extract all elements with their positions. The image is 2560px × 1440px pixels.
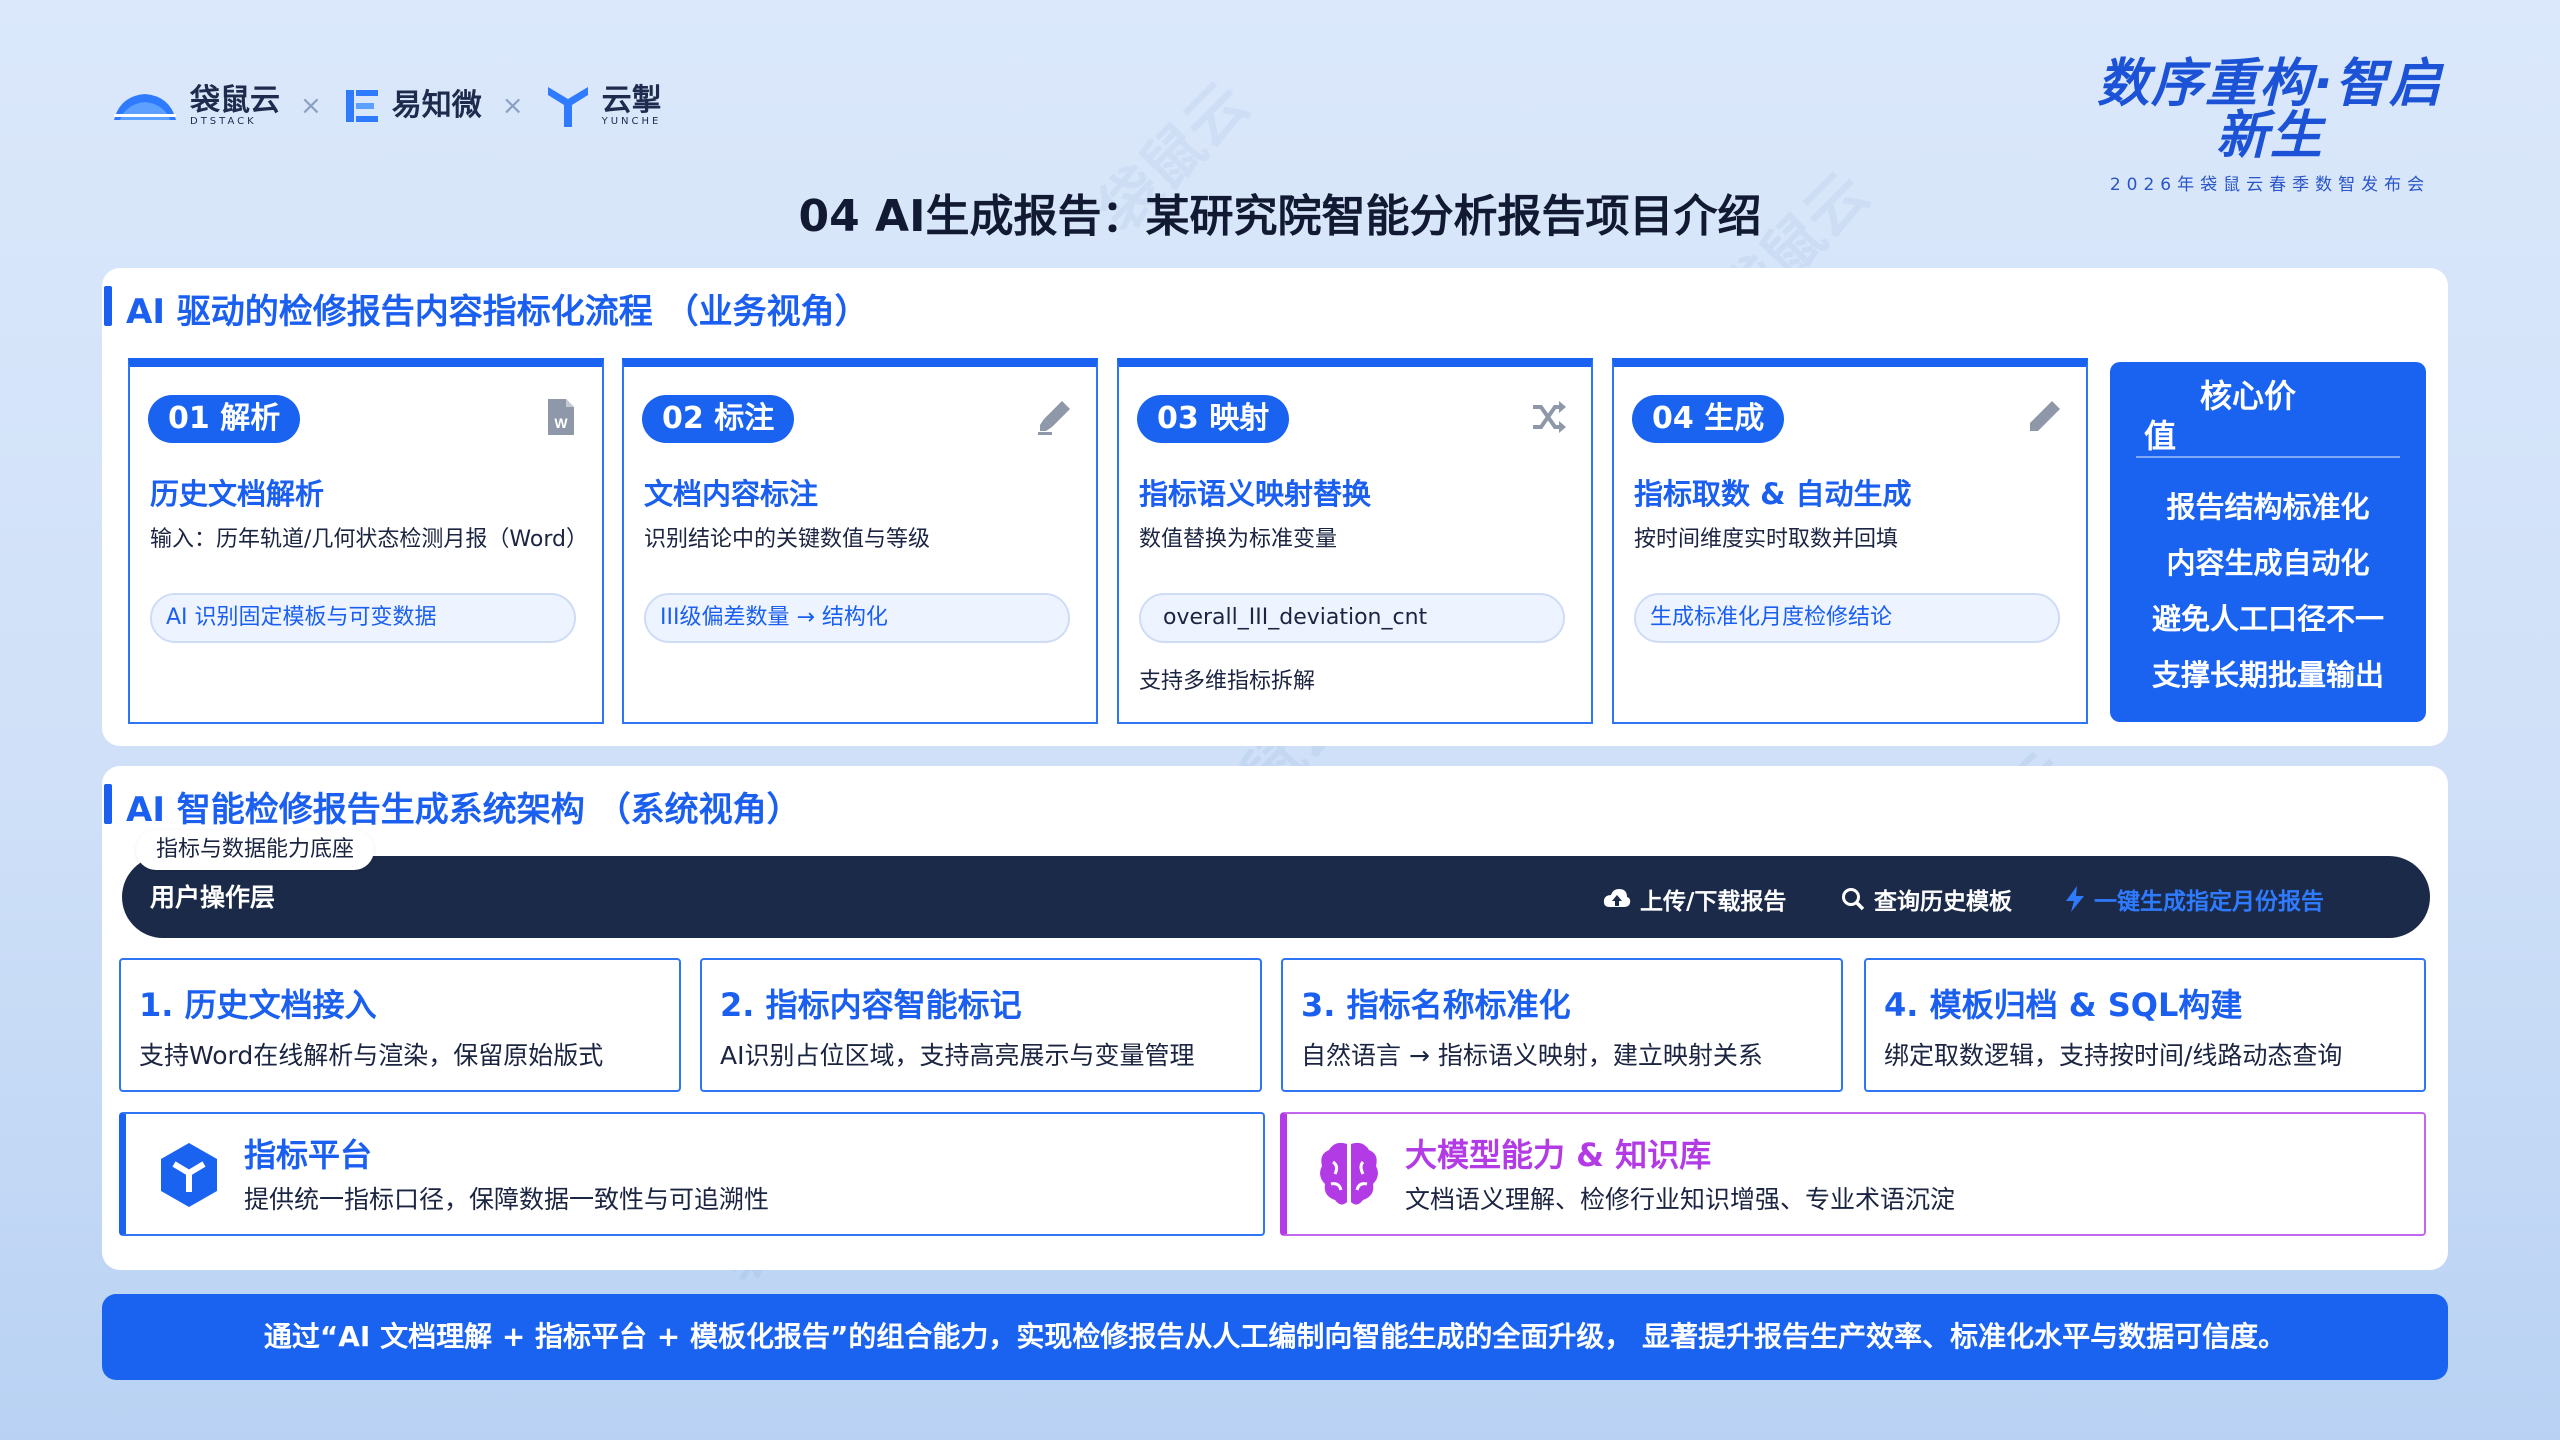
yizhiwei-logo-icon: [345, 90, 378, 122]
step-desc: 识别结论中的关键数值与等级: [644, 527, 931, 552]
module-card-template-sql: 4. 模板归档 & SQL构建 绑定取数逻辑，支持按时间/线路动态查询: [1864, 958, 2426, 1092]
event-brand-title: 数序重构·智启新生: [2097, 54, 2443, 166]
generate-report-label: 一键生成指定月份报告: [2094, 889, 2324, 915]
core-value-item: 避免人工口径不一: [2151, 602, 2384, 636]
user-operation-bar: 用户操作层 上传/下载报告 查询历史模板 一键生成指定月份报告: [122, 856, 2430, 938]
module-desc: AI识别占位区域，支持高亮展示与变量管理: [720, 1041, 1195, 1070]
step-chip: III级偏差数量 → 结构化: [644, 593, 1070, 643]
step-title: 指标取数 & 自动生成: [1634, 477, 1912, 511]
step-title: 指标语义映射替换: [1139, 477, 1372, 511]
page-title: 04 AI生成报告：某研究院智能分析报告项目介绍: [798, 191, 1762, 242]
yunche-logo-name: 云掣: [601, 82, 662, 118]
step-title: 文档内容标注: [644, 477, 819, 511]
architecture-section-title: AI 智能检修报告生成系统架构 （系统视角）: [104, 782, 801, 831]
module-title: 4. 模板归档 & SQL构建: [1884, 986, 2243, 1024]
search-icon: [1842, 888, 1865, 911]
core-value-title-line1: 核心价: [2200, 377, 2297, 415]
module-desc: 自然语言 → 指标语义映射，建立映射关系: [1301, 1041, 1763, 1070]
core-value-title: 核心价 值: [2144, 376, 2404, 456]
user-layer-label: 用户操作层: [150, 883, 276, 912]
step-card-generate: 04 生成 指标取数 & 自动生成 按时间维度实时取数并回填 生成标准化月度检修…: [1612, 358, 2088, 724]
generate-report-action[interactable]: 一键生成指定月份报告: [2064, 882, 2324, 916]
process-section-title: AI 驱动的检修报告内容指标化流程 （业务视角）: [104, 284, 869, 333]
shuffle-icon: [1533, 401, 1566, 433]
capability-base-tag: 指标与数据能力底座: [136, 830, 375, 870]
module-title: 3. 指标名称标准化: [1301, 986, 1571, 1024]
svg-text:W: W: [554, 415, 568, 431]
step-chip: 生成标准化月度检修结论: [1634, 593, 2060, 643]
pencil-icon: [2030, 401, 2060, 431]
llm-knowledge-desc: 文档语义理解、检修行业知识增强、专业术语沉淀: [1405, 1185, 1956, 1214]
cube-icon: [161, 1143, 217, 1207]
step-card-parse: 01 解析 W 历史文档解析 输入：历年轨道/几何状态检测月报（Word） AI…: [128, 358, 604, 724]
module-card-history-access: 1. 历史文档接入 支持Word在线解析与渲染，保留原始版式: [119, 958, 681, 1092]
query-template-action[interactable]: 查询历史模板: [1840, 882, 2012, 916]
core-value-divider: [2136, 456, 2400, 458]
partner-logos: 袋鼠云 DTSTACK × 易知微 × 云掣 YUNCHE: [110, 78, 662, 134]
module-desc: 支持Word在线解析与渲染，保留原始版式: [139, 1041, 604, 1070]
core-value-card: 核心价 值 报告结构标准化 内容生成自动化 避免人工口径不一 支撑长期批量输出: [2110, 362, 2426, 722]
yunche-logo-icon: [547, 87, 588, 127]
step-chip: AI 识别固定模板与可变数据: [150, 593, 576, 643]
step-badge: 02 标注: [642, 395, 795, 443]
upload-download-action[interactable]: 上传/下载报告: [1602, 882, 1786, 916]
lightning-icon: [2066, 886, 2084, 912]
module-desc: 绑定取数逻辑，支持按时间/线路动态查询: [1884, 1041, 2343, 1070]
step-chip: overall_III_deviation_cnt: [1139, 593, 1565, 643]
brain-icon: [1320, 1142, 1378, 1205]
yunche-logo-sub: YUNCHE: [601, 115, 662, 127]
module-card-smart-mark: 2. 指标内容智能标记 AI识别占位区域，支持高亮展示与变量管理: [700, 958, 1262, 1092]
query-template-label: 查询历史模板: [1874, 889, 2012, 915]
module-title: 2. 指标内容智能标记: [720, 986, 1022, 1024]
step-badge: 04 生成: [1632, 395, 1785, 443]
core-value-item: 支撑长期批量输出: [2151, 658, 2384, 692]
logo-separator: ×: [300, 91, 322, 121]
module-card-name-standard: 3. 指标名称标准化 自然语言 → 指标语义映射，建立映射关系: [1281, 958, 1843, 1092]
step-card-annotate: 02 标注 文档内容标注 识别结论中的关键数值与等级 III级偏差数量 → 结构…: [622, 358, 1098, 724]
metric-platform-desc: 提供统一指标口径，保障数据一致性与可追溯性: [244, 1185, 770, 1214]
step-extra: 支持多维指标拆解: [1139, 669, 1316, 694]
upload-download-label: 上传/下载报告: [1640, 889, 1787, 915]
core-value-title-line2: 值: [2144, 417, 2177, 455]
metric-platform-title: 指标平台: [244, 1136, 373, 1174]
word-doc-icon: W: [548, 399, 574, 435]
highlighter-icon: [1038, 401, 1070, 435]
step-desc: 输入：历年轨道/几何状态检测月报（Word）: [150, 527, 588, 552]
metric-platform-card: 指标平台 提供统一指标口径，保障数据一致性与可追溯性: [119, 1112, 1265, 1236]
step-desc: 数值替换为标准变量: [1139, 527, 1338, 552]
summary-banner: 通过“AI 文档理解 + 指标平台 + 模板化报告”的组合能力，实现检修报告从人…: [102, 1294, 2448, 1380]
event-brand: 数序重构·智启新生 2026年袋鼠云春季数智发布会: [2090, 58, 2450, 195]
dtstack-logo-icon: [114, 94, 176, 120]
llm-knowledge-title: 大模型能力 & 知识库: [1405, 1136, 1712, 1174]
yizhiwei-logo-name: 易知微: [391, 88, 482, 123]
yunche-logo: 云掣 YUNCHE: [544, 81, 662, 131]
yizhiwei-logo: 易知微: [342, 86, 482, 126]
step-badge: 03 映射: [1137, 395, 1290, 443]
dtstack-logo: 袋鼠云 DTSTACK: [110, 82, 280, 127]
step-desc: 按时间维度实时取数并回填: [1634, 527, 1899, 552]
cloud-upload-icon: [1603, 889, 1631, 907]
core-value-item: 内容生成自动化: [2166, 546, 2370, 580]
step-badge: 01 解析: [148, 395, 301, 443]
llm-knowledge-card: 大模型能力 & 知识库 文档语义理解、检修行业知识增强、专业术语沉淀: [1280, 1112, 2426, 1236]
logo-separator: ×: [501, 91, 524, 121]
dtstack-logo-name: 袋鼠云: [190, 82, 280, 118]
step-card-map: 03 映射 指标语义映射替换 数值替换为标准变量 overall_III_dev…: [1117, 358, 1593, 724]
step-title: 历史文档解析: [150, 477, 325, 511]
module-title: 1. 历史文档接入: [139, 986, 377, 1024]
core-value-item: 报告结构标准化: [2166, 490, 2370, 524]
